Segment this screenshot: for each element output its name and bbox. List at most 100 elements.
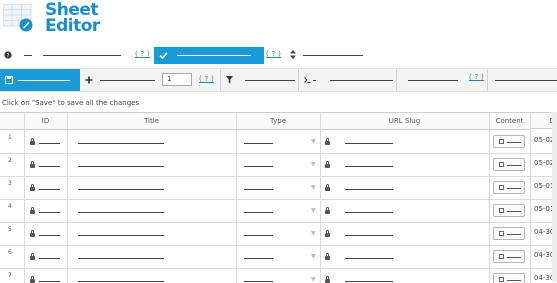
edit-icon: [499, 277, 504, 282]
id-cell-value[interactable]: [39, 166, 60, 167]
row-number: 6: [8, 249, 12, 256]
column-header-content[interactable]: Content: [489, 113, 530, 130]
id-cell-value[interactable]: [39, 143, 60, 144]
title-cell-value[interactable]: [78, 258, 164, 259]
filter-label: [245, 80, 295, 81]
toolbar-active-button[interactable]: [154, 47, 264, 64]
toolbar-item-4[interactable]: [330, 80, 393, 81]
logo-text-editor: Editor: [45, 16, 100, 36]
scrollbar-vertical[interactable]: [552, 112, 557, 282]
save-hint: Click on "Save" to save all the changes: [2, 99, 140, 107]
url-slug-cell-value[interactable]: [345, 189, 393, 190]
table-row[interactable]: 2 ▼ 05-02: [0, 153, 557, 177]
help-link-2[interactable]: ( ? ): [266, 50, 281, 58]
edit-content-button[interactable]: [493, 181, 525, 194]
lock-icon: [30, 184, 35, 191]
toolbar-separator: [220, 69, 221, 91]
type-cell-value[interactable]: [244, 189, 273, 190]
column-divider: [24, 113, 25, 283]
column-header-id[interactable]: ID: [24, 113, 67, 130]
id-cell-value[interactable]: [39, 212, 60, 213]
table-row[interactable]: 5 ▼ 04-30: [0, 222, 557, 246]
add-rows-label: [100, 80, 155, 81]
terminal-label: [313, 80, 316, 81]
id-cell-value[interactable]: [39, 235, 60, 236]
save-button[interactable]: [0, 69, 80, 91]
edit-content-label: [507, 280, 521, 281]
rows-quantity-input[interactable]: 1: [162, 73, 192, 86]
toolbar-item-1[interactable]: [24, 55, 32, 56]
toolbar-item-6[interactable]: [495, 80, 557, 81]
url-slug-cell-value[interactable]: [345, 212, 393, 213]
url-slug-cell-value[interactable]: [345, 235, 393, 236]
toolbar-item-5[interactable]: [408, 80, 458, 81]
filter-icon[interactable]: [226, 76, 233, 84]
save-button-label: [18, 80, 70, 81]
edit-content-label: [507, 211, 521, 212]
lock-icon: [325, 184, 330, 191]
url-slug-cell-value[interactable]: [345, 166, 393, 167]
title-cell-value[interactable]: [78, 212, 164, 213]
toolbar-separator-2: [298, 69, 299, 91]
svg-text:?: ?: [6, 52, 9, 59]
type-dropdown-caret[interactable]: ▼: [311, 230, 316, 237]
lock-icon: [30, 161, 35, 168]
title-cell-value[interactable]: [78, 143, 164, 144]
type-dropdown-caret[interactable]: ▼: [311, 207, 316, 214]
type-cell-value[interactable]: [244, 143, 273, 144]
toolbar-item-3[interactable]: [303, 55, 363, 56]
toolbar-item-2[interactable]: [43, 55, 121, 56]
question-circle-icon[interactable]: ?: [4, 51, 12, 59]
plus-icon[interactable]: [85, 76, 93, 84]
edit-icon: [499, 254, 504, 259]
id-cell-value[interactable]: [39, 258, 60, 259]
type-cell-value[interactable]: [244, 166, 273, 167]
type-cell-value[interactable]: [244, 235, 273, 236]
column-header-url-slug[interactable]: URL Slug: [320, 113, 489, 130]
edit-content-label: [507, 188, 521, 189]
type-dropdown-caret[interactable]: ▼: [311, 138, 316, 145]
toolbar-secondary: 1 ( ? ) ( ? ): [0, 68, 557, 92]
column-header-type[interactable]: Type: [236, 113, 320, 130]
type-dropdown-caret[interactable]: ▼: [311, 161, 316, 168]
title-cell-value[interactable]: [78, 189, 164, 190]
column-divider: [236, 113, 237, 283]
row-number: 4: [8, 203, 12, 210]
type-cell-value[interactable]: [244, 212, 273, 213]
type-cell-value[interactable]: [244, 258, 273, 259]
edit-icon: [499, 162, 504, 167]
sort-icon[interactable]: [290, 50, 296, 59]
type-dropdown-caret[interactable]: ▼: [311, 184, 316, 191]
help-link-3[interactable]: ( ? ): [199, 75, 214, 83]
row-number: 3: [8, 180, 12, 187]
help-link-4[interactable]: ( ? ): [469, 73, 484, 81]
edit-content-button[interactable]: [493, 135, 525, 148]
lock-icon: [325, 138, 330, 145]
terminal-icon[interactable]: [304, 77, 311, 83]
table-row[interactable]: 1 ▼ 05-02: [0, 130, 557, 154]
title-cell-value[interactable]: [78, 235, 164, 236]
row-number: 2: [8, 157, 12, 164]
help-link[interactable]: ( ? ): [135, 50, 150, 58]
lock-icon: [30, 230, 35, 237]
logo-sheet-graphic: [2, 3, 35, 32]
table-row[interactable]: 6 ▼ 04-30: [0, 245, 557, 269]
row-number: 7: [8, 272, 12, 279]
table-row[interactable]: 4 ▼ 05-01: [0, 199, 557, 223]
edit-content-button[interactable]: [493, 227, 525, 240]
table-row[interactable]: 3 ▼ 05-01: [0, 176, 557, 200]
url-slug-cell-value[interactable]: [345, 258, 393, 259]
edit-content-button[interactable]: [493, 158, 525, 171]
type-dropdown-caret[interactable]: ▼: [311, 253, 316, 260]
id-cell-value[interactable]: [39, 189, 60, 190]
title-cell-value[interactable]: [78, 166, 164, 167]
check-icon: [159, 52, 168, 60]
toolbar-separator-4: [487, 69, 488, 91]
edit-content-button[interactable]: [493, 250, 525, 263]
column-header-title[interactable]: Title: [67, 113, 236, 130]
edit-content-button[interactable]: [493, 204, 525, 217]
lock-icon: [325, 207, 330, 214]
table-row[interactable]: 7 ▼ 04-30: [0, 268, 557, 283]
toolbar-separator-3: [396, 69, 397, 91]
url-slug-cell-value[interactable]: [345, 143, 393, 144]
